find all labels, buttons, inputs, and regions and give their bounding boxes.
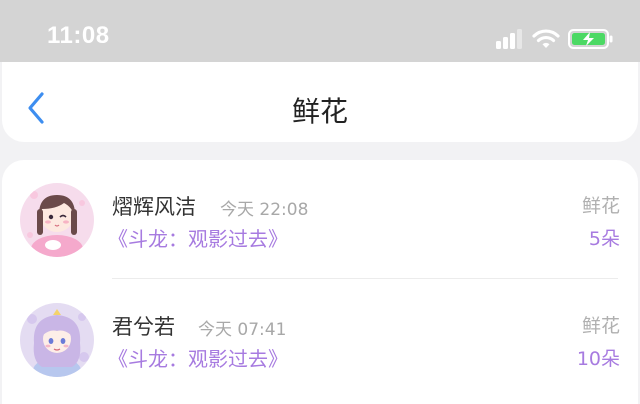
list-item[interactable]: 君兮若 今天 07:41 《斗龙：观影过去》 鲜花 10朵 [2, 298, 638, 404]
book-title[interactable]: 《斗龙：观影过去》 [108, 223, 288, 252]
wifi-icon [532, 29, 560, 48]
avatar-image [20, 303, 94, 377]
divider [112, 278, 618, 279]
avatar-image [20, 183, 94, 257]
book-title[interactable]: 《斗龙：观影过去》 [108, 343, 288, 372]
list-item[interactable]: 熠辉风洁 今天 22:08 《斗龙：观影过去》 鲜花 5朵 [2, 178, 638, 288]
signal-icon [496, 29, 522, 49]
timestamp: 今天 07:41 [198, 320, 287, 340]
avatar[interactable] [20, 183, 94, 257]
status-bar: 11:08 [0, 0, 640, 62]
nav-bar: 鲜花 [2, 62, 638, 142]
timestamp: 今天 22:08 [220, 200, 309, 220]
gift-type: 鲜花 [581, 315, 620, 337]
page-title: 鲜花 [291, 95, 348, 128]
avatar[interactable] [20, 303, 94, 377]
username[interactable]: 君兮若 [112, 311, 175, 341]
username[interactable]: 熠辉风洁 [112, 191, 196, 221]
status-time: 11:08 [47, 22, 110, 49]
gift-type: 鲜花 [581, 195, 620, 217]
battery-charging-icon [568, 29, 613, 49]
gift-count: 5朵 [588, 228, 620, 250]
gift-record-list: 熠辉风洁 今天 22:08 《斗龙：观影过去》 鲜花 5朵 君兮若 今天 07:… [2, 160, 638, 404]
gift-count: 10朵 [576, 348, 620, 370]
